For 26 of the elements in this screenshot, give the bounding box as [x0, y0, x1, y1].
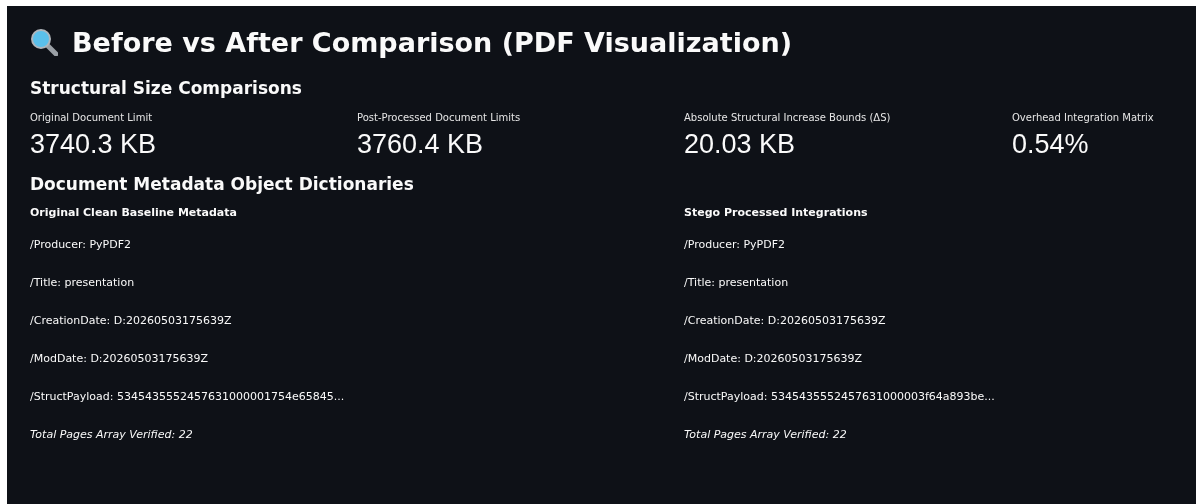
- metric-value: 3740.3 KB: [30, 129, 158, 160]
- metadata-entry: /StructPayload: 5345435552457631000003f64a893be...: [684, 389, 996, 405]
- metadata-entry: /Title: presentation: [684, 275, 790, 291]
- metadata-entry: /StructPayload: 5345435552457631000001754e65845...: [30, 389, 346, 405]
- metadata-entry: /ModDate: D:20260503175639Z: [684, 351, 864, 367]
- metric-value: 3760.4 KB: [357, 129, 485, 160]
- metadata-entry: /ModDate: D:20260503175639Z: [30, 351, 210, 367]
- metric-label: Original Document Limit: [30, 112, 154, 123]
- metadata-entry: /CreationDate: D:20260503175639Z: [684, 313, 887, 329]
- magnifier-icon: [30, 28, 58, 56]
- metadata-entry: /CreationDate: D:20260503175639Z: [30, 313, 233, 329]
- metric-value: 20.03 KB: [684, 129, 797, 160]
- page-count-text: Total Pages Array Verified: 22: [30, 427, 194, 443]
- metadata-entry: /Title: presentation: [30, 275, 136, 291]
- column-heading: Stego Processed Integrations: [684, 206, 869, 221]
- column-heading: Original Clean Baseline Metadata: [30, 206, 238, 221]
- page-count-text: Total Pages Array Verified: 22: [684, 427, 848, 443]
- metric-label: Overhead Integration Matrix: [1012, 112, 1155, 123]
- metric-label: Post-Processed Document Limits: [357, 112, 522, 123]
- metric-label: Absolute Structural Increase Bounds (ΔS): [684, 112, 892, 123]
- section-heading: Structural Size Comparisons: [30, 78, 303, 98]
- metadata-entry: /Producer: PyPDF2: [30, 237, 133, 253]
- metadata-entry: /Producer: PyPDF2: [684, 237, 787, 253]
- metric-value: 0.54%: [1012, 129, 1090, 160]
- page-title: Before vs After Comparison (PDF Visualization): [72, 26, 792, 58]
- section-heading: Document Metadata Object Dictionaries: [30, 174, 415, 194]
